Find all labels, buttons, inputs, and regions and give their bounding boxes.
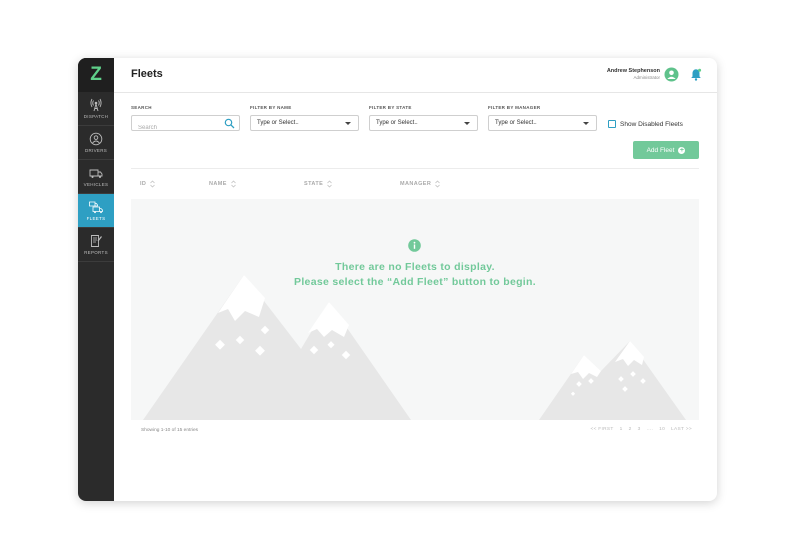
search-filter: SEARCH xyxy=(131,105,240,135)
sort-icon xyxy=(435,180,440,188)
column-label: ID xyxy=(140,181,147,187)
user-name: Andrew Stephenson xyxy=(606,68,660,74)
add-fleet-label: Add Fleet xyxy=(646,146,675,154)
state-filter-value: Type or Select.. xyxy=(376,120,418,126)
table-header: ID NAME STATE MANAGER xyxy=(131,168,699,200)
truck-icon xyxy=(89,169,103,178)
manager-filter: FILTER BY MANAGER Type or Select.. xyxy=(488,105,597,131)
sidebar-item-label: FLEETS xyxy=(86,216,106,221)
report-icon xyxy=(91,235,102,247)
pager-page-1[interactable]: 1 xyxy=(620,427,623,432)
app-logo[interactable]: Z xyxy=(78,58,114,92)
avatar-icon[interactable] xyxy=(664,67,679,82)
empty-message-line2: Please select the “Add Fleet” button to … xyxy=(294,276,536,288)
entries-count: Showing 1-10 of 15 entries xyxy=(141,428,199,433)
sidebar: Z DISPATCH DRIVERS VEHICLES FLEETS REPOR… xyxy=(78,58,114,501)
name-filter-label: FILTER BY NAME xyxy=(250,105,292,110)
state-filter-select[interactable]: Type or Select.. xyxy=(369,115,478,131)
pagination: << FIRST 1 2 3 .... 10 LAST >> xyxy=(590,427,692,432)
sidebar-item-label: REPORTS xyxy=(84,250,108,255)
app-window: Z DISPATCH DRIVERS VEHICLES FLEETS REPOR… xyxy=(78,58,717,501)
column-header-id[interactable]: ID xyxy=(140,180,156,188)
plus-icon: + xyxy=(678,146,686,154)
pager-page-2[interactable]: 2 xyxy=(629,427,632,432)
state-filter: FILTER BY STATE Type or Select.. xyxy=(369,105,478,131)
user-role: Administrator xyxy=(633,75,660,80)
chevron-down-icon xyxy=(583,122,589,125)
mountains-illustration xyxy=(143,275,686,420)
pager-ellipsis: .... xyxy=(646,427,654,432)
manager-filter-label: FILTER BY MANAGER xyxy=(488,105,541,110)
search-box xyxy=(131,115,240,135)
name-filter-value: Type or Select.. xyxy=(257,120,299,126)
show-disabled-toggle[interactable]: Show Disabled Fleets xyxy=(608,120,683,128)
pager-first[interactable]: << FIRST xyxy=(590,427,613,432)
logo-text: Z xyxy=(90,64,102,85)
sidebar-item-label: DRIVERS xyxy=(84,148,108,153)
column-header-manager[interactable]: MANAGER xyxy=(400,180,440,188)
antenna-icon xyxy=(90,98,102,112)
name-filter: FILTER BY NAME Type or Select.. xyxy=(250,105,359,131)
driver-icon xyxy=(89,132,103,146)
user-info[interactable]: Andrew Stephenson Administrator xyxy=(607,68,660,80)
sidebar-item-dispatch[interactable]: DISPATCH xyxy=(78,92,114,126)
pager-last[interactable]: LAST >> xyxy=(671,427,692,432)
add-fleet-button[interactable]: Add Fleet + xyxy=(633,141,699,159)
chevron-down-icon xyxy=(345,122,351,125)
pager-page-10[interactable]: 10 xyxy=(659,427,665,432)
info-icon xyxy=(408,239,421,252)
fleet-icon xyxy=(89,201,103,214)
top-bar: Fleets Andrew Stephenson Administrator xyxy=(114,58,717,93)
main-content: Fleets Andrew Stephenson Administrator S… xyxy=(114,58,717,501)
empty-message-line1: There are no Fleets to display. xyxy=(335,261,495,273)
sidebar-item-fleets[interactable]: FLEETS xyxy=(78,194,114,228)
column-label: MANAGER xyxy=(400,181,432,187)
manager-filter-value: Type or Select.. xyxy=(495,120,537,126)
search-label: SEARCH xyxy=(131,105,152,110)
chevron-down-icon xyxy=(464,122,470,125)
sort-icon xyxy=(327,180,332,188)
column-label: STATE xyxy=(304,181,324,187)
sidebar-item-drivers[interactable]: DRIVERS xyxy=(78,126,114,160)
state-filter-label: FILTER BY STATE xyxy=(369,105,412,110)
show-disabled-checkbox[interactable] xyxy=(608,120,616,128)
sidebar-item-reports[interactable]: REPORTS xyxy=(78,228,114,262)
sort-icon xyxy=(150,180,156,188)
column-label: NAME xyxy=(209,181,227,187)
column-header-name[interactable]: NAME xyxy=(209,180,236,188)
empty-state: There are no Fleets to display. Please s… xyxy=(131,199,699,420)
sidebar-item-label: VEHICLES xyxy=(83,182,109,187)
show-disabled-label: Show Disabled Fleets xyxy=(620,120,683,128)
bell-icon[interactable] xyxy=(690,68,702,81)
sidebar-item-label: DISPATCH xyxy=(83,114,109,119)
column-header-state[interactable]: STATE xyxy=(304,180,332,188)
search-icon[interactable] xyxy=(224,118,235,129)
manager-filter-select[interactable]: Type or Select.. xyxy=(488,115,597,131)
pager-page-3[interactable]: 3 xyxy=(638,427,641,432)
page-title: Fleets xyxy=(131,68,163,80)
search-input[interactable] xyxy=(132,121,229,135)
name-filter-select[interactable]: Type or Select.. xyxy=(250,115,359,131)
sidebar-item-vehicles[interactable]: VEHICLES xyxy=(78,160,114,194)
sort-icon xyxy=(231,180,236,188)
